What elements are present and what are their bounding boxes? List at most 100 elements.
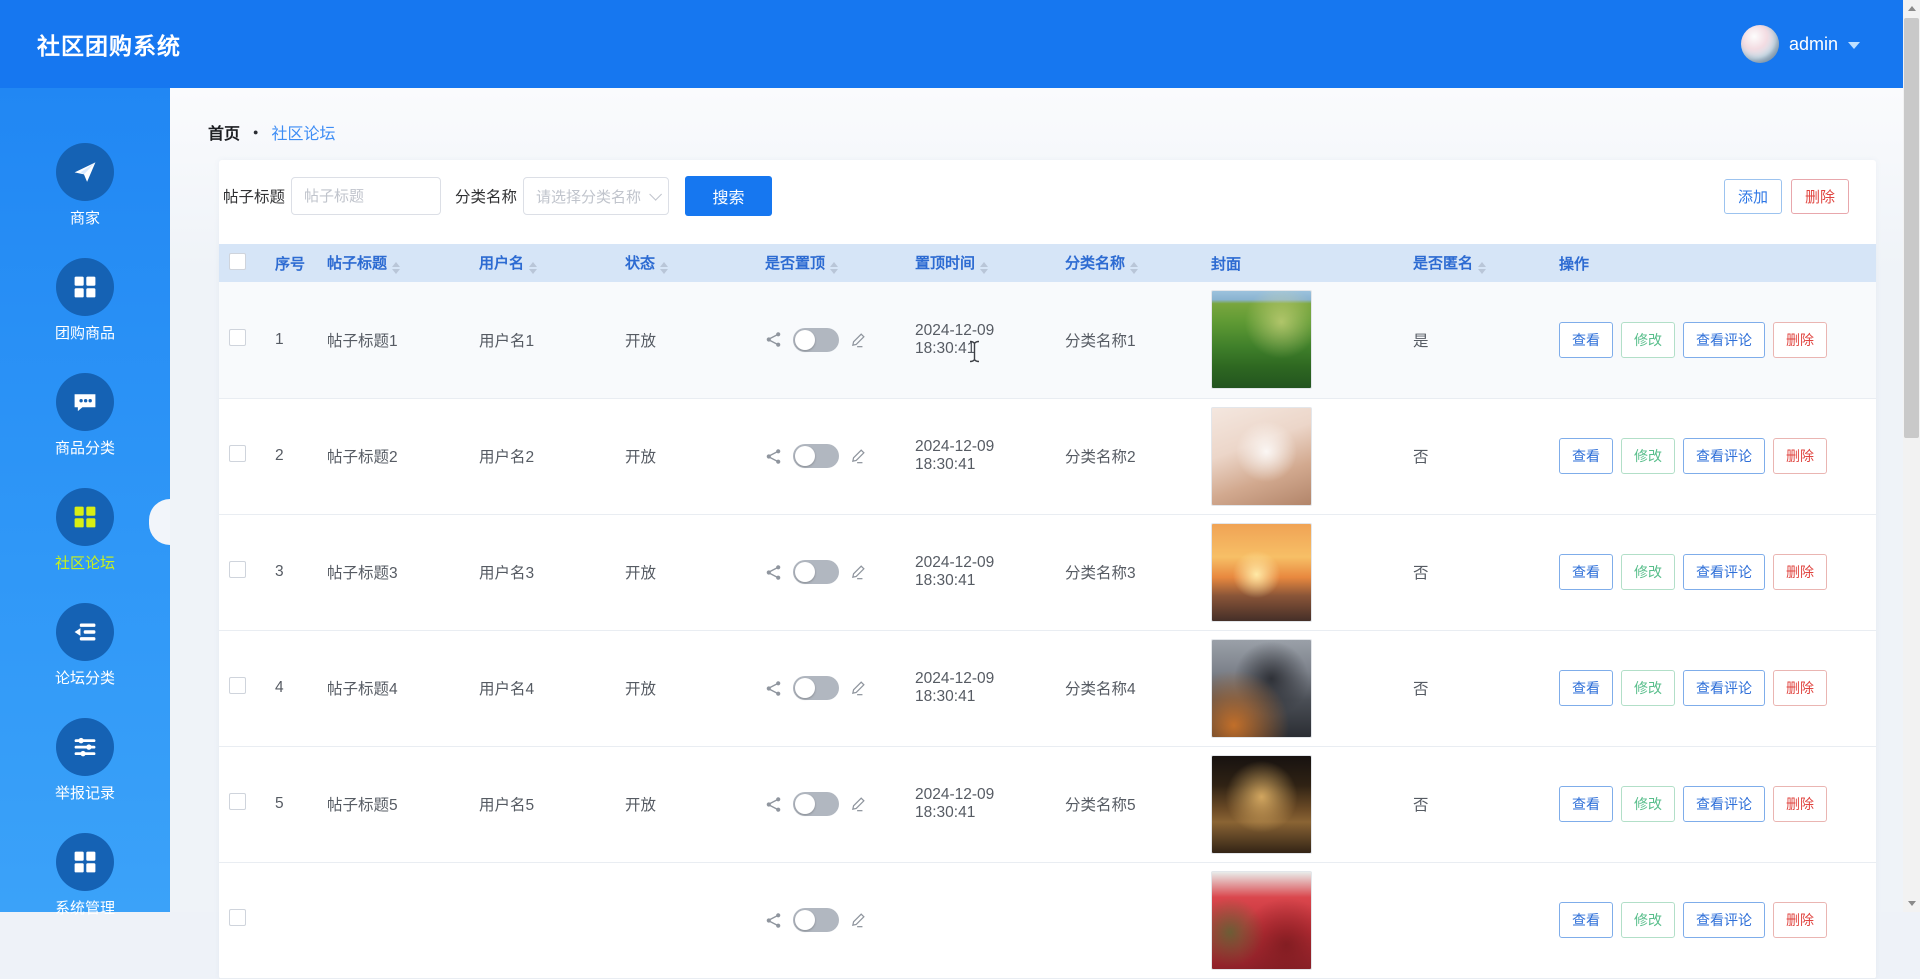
anonymous-cell: 否 — [1405, 746, 1551, 862]
row-checkbox[interactable] — [229, 677, 246, 694]
search-button[interactable]: 搜索 — [685, 176, 772, 216]
status-cell: 开放 — [617, 746, 757, 862]
pin-toggle[interactable] — [793, 444, 839, 468]
paper-plane-icon — [56, 143, 114, 201]
edit-button[interactable]: 修改 — [1621, 786, 1675, 822]
edit-pencil-icon[interactable] — [850, 912, 866, 928]
pin-toggle[interactable] — [793, 560, 839, 584]
row-checkbox[interactable] — [229, 329, 246, 346]
row-delete-button[interactable]: 删除 — [1773, 438, 1827, 474]
sidebar-item-merchants[interactable]: 商家 — [0, 143, 170, 229]
edit-pencil-icon[interactable] — [850, 332, 866, 348]
category-select[interactable]: 请选择分类名称 — [523, 177, 669, 215]
breadcrumb: 首页 ● 社区论坛 — [208, 88, 1876, 144]
view-comments-button[interactable]: 查看评论 — [1683, 786, 1765, 822]
row-delete-button[interactable]: 删除 — [1773, 670, 1827, 706]
cover-image — [1211, 755, 1312, 854]
sidebar-item-product-categories[interactable]: 商品分类 — [0, 373, 170, 459]
view-comments-button[interactable]: 查看评论 — [1683, 322, 1765, 358]
breadcrumb-home-link[interactable]: 首页 — [208, 120, 240, 144]
edit-pencil-icon[interactable] — [850, 796, 866, 812]
grid-icon — [56, 833, 114, 891]
vertical-scrollbar[interactable] — [1903, 0, 1920, 912]
view-button[interactable]: 查看 — [1559, 438, 1613, 474]
pin-toggle[interactable] — [793, 676, 839, 700]
sort-icon — [1478, 262, 1486, 274]
pin-time-cell: 2024-12-09 18:30:41 — [907, 746, 1057, 862]
scrollbar-thumb[interactable] — [1904, 18, 1919, 438]
column-header-user[interactable]: 用户名 — [471, 244, 617, 282]
chat-bubble-icon — [56, 373, 114, 431]
row-checkbox[interactable] — [229, 445, 246, 462]
view-button[interactable]: 查看 — [1559, 322, 1613, 358]
pin-toggle[interactable] — [793, 328, 839, 352]
index-cell — [267, 862, 319, 978]
category-cell: 分类名称3 — [1057, 514, 1203, 630]
edit-pencil-icon[interactable] — [850, 448, 866, 464]
user-cell — [471, 862, 617, 978]
view-button[interactable]: 查看 — [1559, 670, 1613, 706]
column-header-index[interactable]: 序号 — [267, 244, 319, 282]
edit-pencil-icon[interactable] — [850, 564, 866, 580]
view-button[interactable]: 查看 — [1559, 902, 1613, 938]
delete-button[interactable]: 删除 — [1791, 179, 1849, 214]
sidebar-item-label: 系统管理 — [55, 899, 115, 919]
username: admin — [1789, 34, 1838, 55]
edit-button[interactable]: 修改 — [1621, 554, 1675, 590]
sort-icon — [980, 262, 988, 274]
scroll-down-button[interactable] — [1903, 895, 1920, 912]
sidebar-item-system-management[interactable]: 系统管理 — [0, 833, 170, 919]
view-button[interactable]: 查看 — [1559, 554, 1613, 590]
row-delete-button[interactable]: 删除 — [1773, 554, 1827, 590]
sidebar-item-label: 商家 — [70, 209, 100, 229]
sidebar-item-group-products[interactable]: 团购商品 — [0, 258, 170, 344]
sidebar-item-community-forum[interactable]: 社区论坛 — [0, 488, 170, 574]
sort-icon — [1130, 262, 1138, 274]
cover-image — [1211, 407, 1312, 506]
breadcrumb-current-link[interactable]: 社区论坛 — [271, 120, 335, 144]
view-comments-button[interactable]: 查看评论 — [1683, 670, 1765, 706]
column-header-pin-time[interactable]: 置顶时间 — [907, 244, 1057, 282]
category-label: 分类名称 — [455, 185, 517, 207]
add-button[interactable]: 添加 — [1724, 179, 1782, 214]
view-comments-button[interactable]: 查看评论 — [1683, 438, 1765, 474]
sidebar-item-label: 社区论坛 — [55, 554, 115, 574]
row-delete-button[interactable]: 删除 — [1773, 322, 1827, 358]
row-delete-button[interactable]: 删除 — [1773, 786, 1827, 822]
edit-button[interactable]: 修改 — [1621, 438, 1675, 474]
user-cell: 用户名3 — [471, 514, 617, 630]
pin-toggle[interactable] — [793, 792, 839, 816]
row-checkbox[interactable] — [229, 561, 246, 578]
post-title-input[interactable] — [291, 177, 441, 215]
sidebar-item-report-records[interactable]: 举报记录 — [0, 718, 170, 804]
edit-button[interactable]: 修改 — [1621, 902, 1675, 938]
view-comments-button[interactable]: 查看评论 — [1683, 554, 1765, 590]
scroll-up-button[interactable] — [1903, 0, 1920, 17]
edit-pencil-icon[interactable] — [850, 680, 866, 696]
index-cell: 2 — [267, 398, 319, 514]
view-comments-button[interactable]: 查看评论 — [1683, 902, 1765, 938]
edit-button[interactable]: 修改 — [1621, 670, 1675, 706]
column-header-category[interactable]: 分类名称 — [1057, 244, 1203, 282]
select-all-checkbox[interactable] — [229, 253, 246, 270]
post-title-cell: 帖子标题2 — [319, 398, 471, 514]
table-row: 1 帖子标题1 用户名1 开放 2024-12-09 18:30:41 分类名称… — [219, 282, 1876, 398]
posts-table: 序号 帖子标题 用户名 状态 是否置顶 置顶时间 分类名称 封面 是否匿名 操作… — [219, 244, 1876, 979]
post-title-cell: 帖子标题4 — [319, 630, 471, 746]
column-header-pinned[interactable]: 是否置顶 — [757, 244, 907, 282]
index-cell: 3 — [267, 514, 319, 630]
user-menu[interactable]: admin — [1741, 25, 1860, 63]
row-checkbox[interactable] — [229, 793, 246, 810]
column-header-status[interactable]: 状态 — [617, 244, 757, 282]
row-delete-button[interactable]: 删除 — [1773, 902, 1827, 938]
pin-time-cell — [907, 862, 1057, 978]
avatar[interactable] — [1741, 25, 1779, 63]
column-header-anonymous[interactable]: 是否匿名 — [1405, 244, 1551, 282]
sidebar-item-forum-categories[interactable]: 论坛分类 — [0, 603, 170, 689]
category-cell: 分类名称2 — [1057, 398, 1203, 514]
view-button[interactable]: 查看 — [1559, 786, 1613, 822]
index-cell: 1 — [267, 282, 319, 398]
edit-button[interactable]: 修改 — [1621, 322, 1675, 358]
category-cell: 分类名称4 — [1057, 630, 1203, 746]
column-header-title[interactable]: 帖子标题 — [319, 244, 471, 282]
